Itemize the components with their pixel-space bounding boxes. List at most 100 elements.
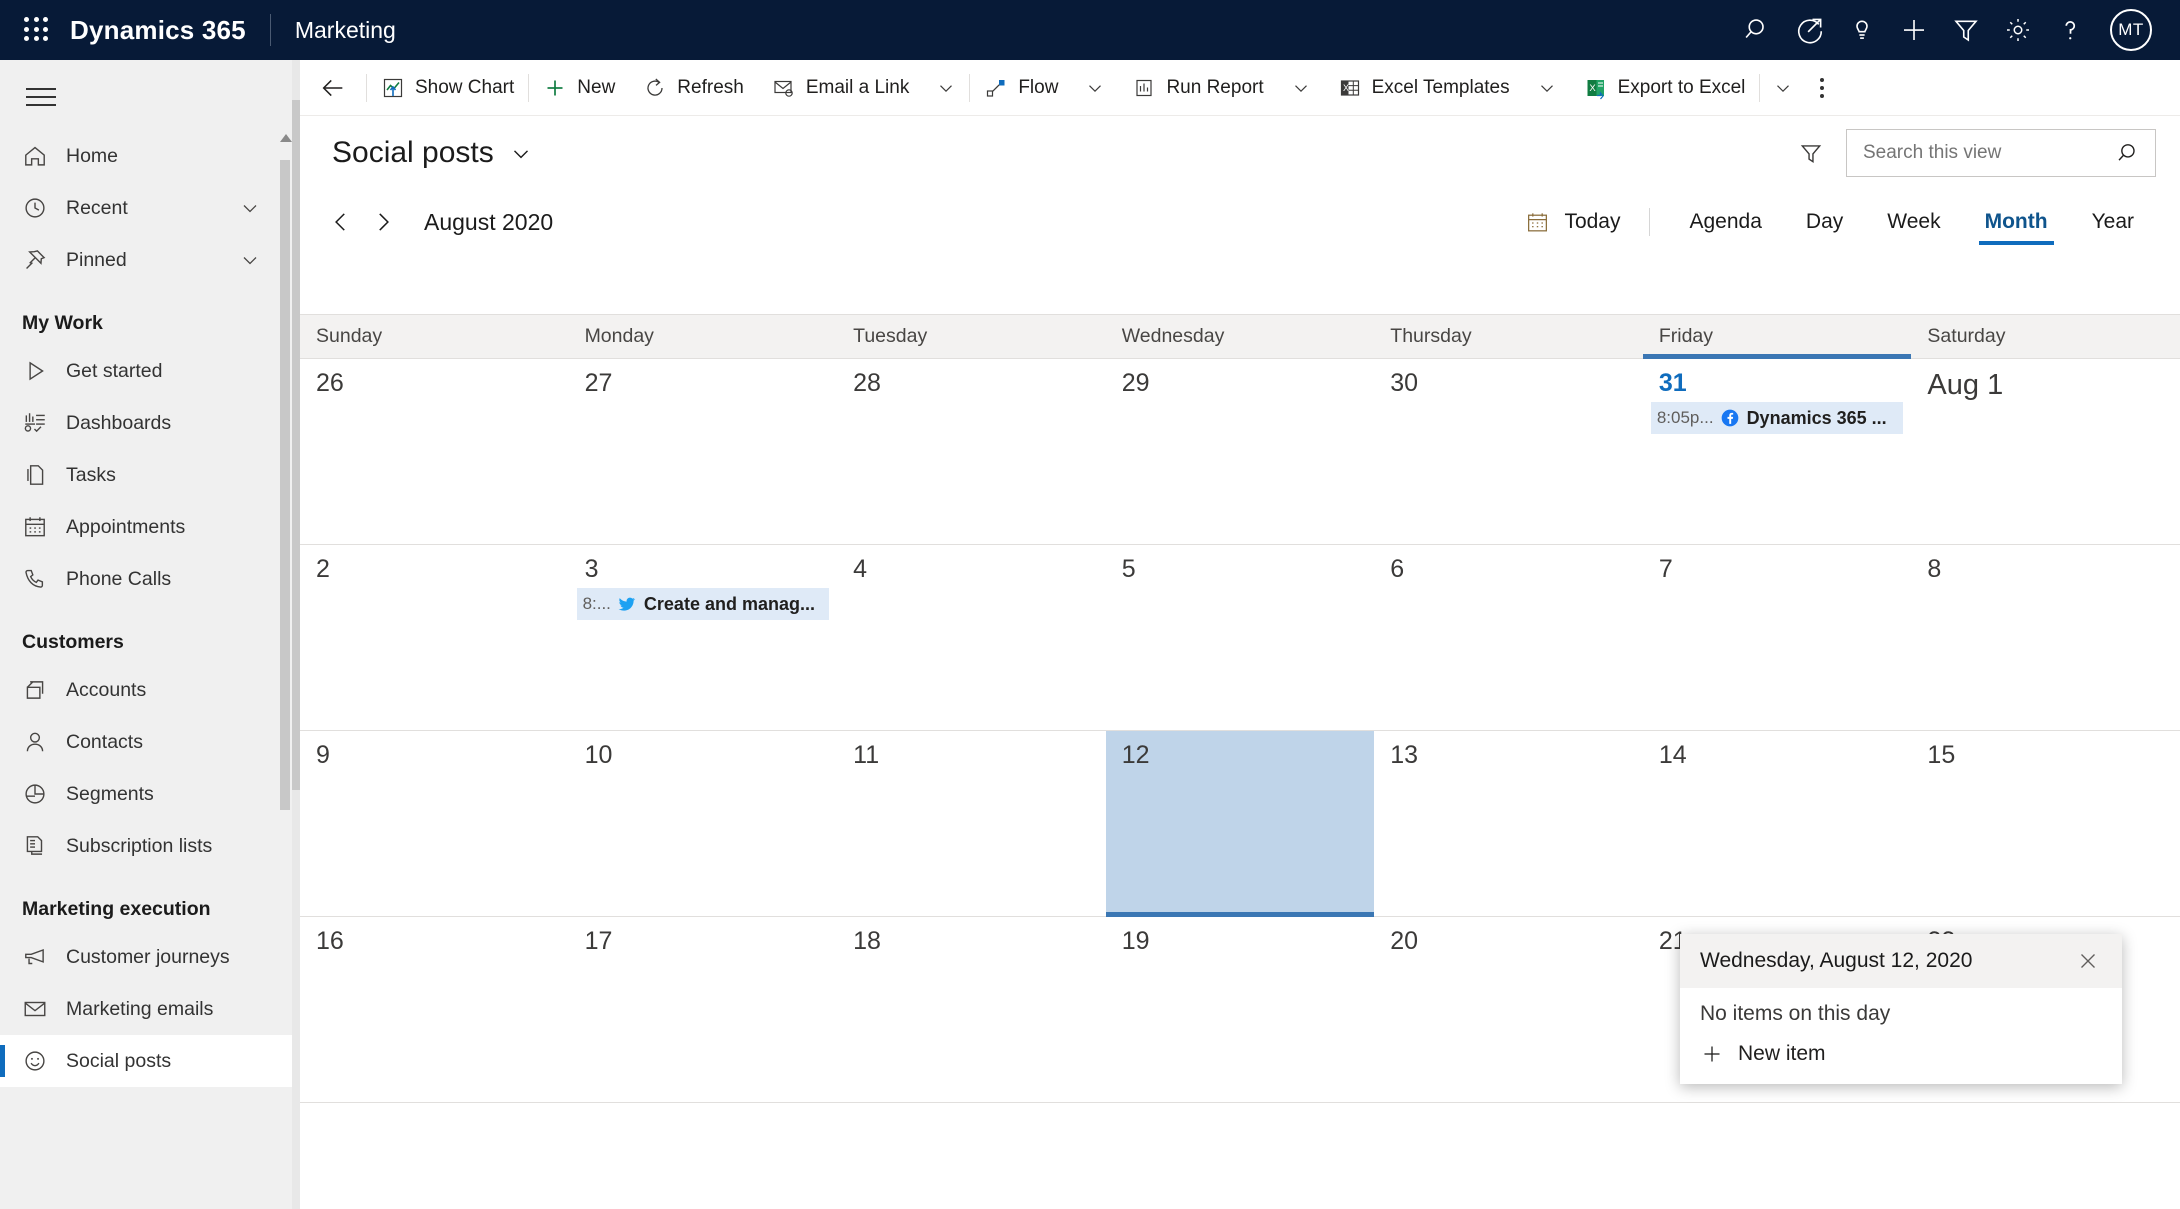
day-cell[interactable]: 2: [300, 545, 569, 730]
sidebar-item-appointments[interactable]: Appointments: [0, 501, 300, 553]
tab-agenda[interactable]: Agenda: [1674, 199, 1778, 245]
sidebar-item-marketing-emails[interactable]: Marketing emails: [0, 983, 300, 1035]
day-cell[interactable]: 11: [837, 731, 1106, 916]
day-cell[interactable]: 19: [1106, 917, 1375, 1102]
today-button[interactable]: Today: [1515, 210, 1630, 235]
tab-year[interactable]: Year: [2076, 199, 2150, 245]
day-cell-today[interactable]: 31 8:05p... Dynamics 365 ...: [1642, 354, 1912, 544]
day-cell[interactable]: 18: [837, 917, 1106, 1102]
day-cell[interactable]: 27: [569, 359, 838, 544]
sidebar-item-recent[interactable]: Recent: [0, 182, 300, 234]
day-cell[interactable]: 14: [1643, 731, 1912, 916]
sidebar-item-phone-calls[interactable]: Phone Calls: [0, 553, 300, 605]
day-cell[interactable]: 16: [300, 917, 569, 1102]
search-icon[interactable]: [1732, 0, 1784, 60]
previous-period-button[interactable]: [320, 201, 362, 243]
day-cell[interactable]: 8: [1911, 545, 2180, 730]
day-cell-selected[interactable]: 12: [1105, 731, 1375, 917]
sidebar-scrollbar[interactable]: [280, 130, 292, 810]
chevron-down-icon[interactable]: [508, 140, 534, 166]
day-cell[interactable]: 6: [1374, 545, 1643, 730]
day-cell[interactable]: 15: [1911, 731, 2180, 916]
show-chart-button[interactable]: Show Chart: [367, 60, 528, 116]
day-cell[interactable]: 17: [569, 917, 838, 1102]
main-scrollbar[interactable]: [292, 60, 300, 1209]
day-cell[interactable]: 7: [1643, 545, 1912, 730]
day-cell[interactable]: 4: [837, 545, 1106, 730]
scrollbar-thumb[interactable]: [292, 100, 300, 790]
export-to-excel-caret[interactable]: [1760, 60, 1806, 116]
day-cell[interactable]: 28: [837, 359, 1106, 544]
sidebar-item-customer-journeys[interactable]: Customer journeys: [0, 931, 300, 983]
command-label: Refresh: [677, 76, 744, 98]
user-avatar[interactable]: MT: [2110, 9, 2152, 51]
day-cell[interactable]: 3 8:... Create and manag...: [569, 545, 838, 730]
day-cell[interactable]: Aug 1: [1911, 359, 2180, 544]
scroll-up-arrow-icon[interactable]: [280, 134, 292, 142]
sidebar-item-dashboards[interactable]: Dashboards: [0, 397, 300, 449]
new-item-button[interactable]: New item: [1700, 1034, 2122, 1066]
chevron-down-icon[interactable]: [238, 248, 262, 272]
search-icon[interactable]: [2116, 140, 2142, 166]
day-cell[interactable]: 5: [1106, 545, 1375, 730]
export-to-excel-button[interactable]: X Export to Excel: [1570, 60, 1760, 116]
refresh-button[interactable]: Refresh: [629, 60, 758, 116]
search-input[interactable]: [1863, 142, 2108, 164]
day-number: Aug 1: [1927, 369, 2004, 401]
sidebar-item-pinned[interactable]: Pinned: [0, 234, 300, 286]
more-commands-button[interactable]: [1806, 60, 1842, 116]
excel-templates-button[interactable]: X Excel Templates: [1324, 60, 1524, 116]
tab-month[interactable]: Month: [1969, 199, 2064, 245]
close-icon[interactable]: [2068, 943, 2108, 979]
contact-icon: [22, 729, 56, 755]
sidebar-item-home[interactable]: Home: [0, 130, 300, 182]
new-button[interactable]: New: [529, 60, 629, 116]
gear-icon[interactable]: [1992, 0, 2044, 60]
day-number: 17: [584, 927, 613, 955]
sidebar-item-subscription-lists[interactable]: Subscription lists: [0, 820, 300, 872]
email-a-link-caret[interactable]: [923, 60, 969, 116]
excel-templates-caret[interactable]: [1524, 60, 1570, 116]
app-launcher-icon[interactable]: [24, 17, 50, 43]
view-selector[interactable]: Social posts: [332, 136, 534, 170]
day-header: Wednesday: [1121, 325, 1225, 347]
event-title: Dynamics 365 ...: [1746, 407, 1887, 428]
calendar-event[interactable]: 8:05p... Dynamics 365 ...: [1650, 402, 1904, 434]
filter-icon[interactable]: [1940, 0, 1992, 60]
email-a-link-button[interactable]: Email a Link: [758, 60, 924, 116]
run-report-button[interactable]: Run Report: [1118, 60, 1277, 116]
sidebar-item-contacts[interactable]: Contacts: [0, 716, 300, 768]
day-cell[interactable]: 9: [300, 731, 569, 916]
sidebar-item-segments[interactable]: Segments: [0, 768, 300, 820]
day-cell[interactable]: 10: [569, 731, 838, 916]
run-report-caret[interactable]: [1278, 60, 1324, 116]
twitter-icon: [617, 594, 637, 614]
calendar-event[interactable]: 8:... Create and manag...: [576, 588, 830, 620]
sidebar-item-accounts[interactable]: Accounts: [0, 664, 300, 716]
plus-icon[interactable]: [1888, 0, 1940, 60]
day-cell[interactable]: 30: [1374, 359, 1643, 544]
hamburger-menu-icon[interactable]: [0, 60, 70, 130]
lightbulb-icon[interactable]: [1836, 0, 1888, 60]
scrollbar-thumb[interactable]: [280, 160, 290, 810]
sidebar-item-get-started[interactable]: Get started: [0, 345, 300, 397]
flow-button[interactable]: Flow: [970, 60, 1072, 116]
sidebar-item-label: Dashboards: [66, 411, 172, 434]
edit-filters-button[interactable]: [1776, 140, 1846, 166]
sidebar-item-tasks[interactable]: Tasks: [0, 449, 300, 501]
day-cell[interactable]: 26: [300, 359, 569, 544]
help-icon[interactable]: [2044, 0, 2096, 60]
tab-week[interactable]: Week: [1871, 199, 1956, 245]
chevron-down-icon[interactable]: [238, 196, 262, 220]
day-cell[interactable]: 20: [1374, 917, 1643, 1102]
day-number: 7: [1658, 555, 1673, 583]
tab-day[interactable]: Day: [1790, 199, 1859, 245]
day-cell[interactable]: 29: [1106, 359, 1375, 544]
day-cell[interactable]: 13: [1374, 731, 1643, 916]
flow-caret[interactable]: [1072, 60, 1118, 116]
next-period-button[interactable]: [362, 201, 404, 243]
sidebar-item-social-posts[interactable]: Social posts: [0, 1035, 300, 1087]
back-button[interactable]: [300, 74, 366, 102]
search-view-box[interactable]: [1846, 129, 2156, 177]
assistant-icon[interactable]: [1784, 0, 1836, 60]
